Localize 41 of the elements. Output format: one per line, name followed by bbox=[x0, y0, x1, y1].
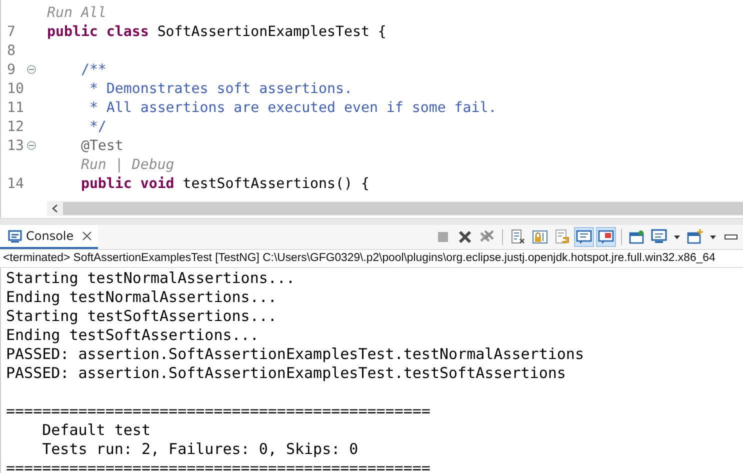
horizontal-scrollbar[interactable] bbox=[47, 201, 743, 216]
console-line: Tests run: 2, Failures: 0, Skips: 0 bbox=[42, 440, 358, 458]
close-icon[interactable] bbox=[82, 231, 92, 241]
line-number: 10 bbox=[6, 80, 24, 96]
console-tab[interactable]: Console bbox=[0, 225, 98, 249]
code-editor[interactable] bbox=[0, 0, 743, 218]
console-line: PASSED: assertion.SoftAssertionExamplesTest.testNormalAssertions bbox=[6, 345, 584, 363]
console-line: PASSED: assertion.SoftAssertionExamplesTest.testSoftAssertions bbox=[6, 364, 566, 382]
code-text: testSoftAssertions() { bbox=[182, 176, 370, 192]
code-mining-hint[interactable]: Run | Debug bbox=[80, 156, 174, 172]
code-text: SoftAssertionExamplesTest { bbox=[157, 24, 386, 40]
separator-line: =============================================== bbox=[6, 459, 430, 473]
error-message-icon[interactable] bbox=[596, 227, 616, 247]
line-number: 12 bbox=[6, 118, 24, 134]
console-line: Starting testSoftAssertions... bbox=[6, 307, 277, 325]
code-mining-hint[interactable]: Run All bbox=[47, 4, 106, 20]
line-number: 13 bbox=[6, 138, 24, 154]
tab-label: Console bbox=[26, 229, 74, 243]
console-line: Ending testSoftAssertions... bbox=[6, 326, 259, 344]
keyword-text: public void bbox=[80, 176, 176, 192]
line-number: 7 bbox=[6, 24, 16, 40]
line-number: 11 bbox=[6, 100, 24, 116]
collapse-icon[interactable] bbox=[27, 141, 36, 150]
monitor-icon bbox=[8, 230, 22, 242]
comment-text: */ bbox=[89, 118, 106, 134]
console-line: Default test bbox=[42, 421, 150, 439]
collapse-icon[interactable] bbox=[27, 65, 36, 74]
scroll-left-icon[interactable] bbox=[52, 204, 58, 213]
separator-line: =============================================== bbox=[6, 402, 430, 420]
keyword-text: public class bbox=[47, 24, 150, 40]
console-header: <terminated> SoftAssertionExamplesTest [TestNG] C:\Users\GFG0329\.p2\pool\plugins\org.eclipse.justj.openjdk.hotspot.jre.full.win32.x86_64 bbox=[0, 249, 743, 268]
console-line: Starting testNormalAssertions... bbox=[6, 269, 295, 287]
line-number: 9 bbox=[6, 62, 16, 78]
console-line: Ending testNormalAssertions... bbox=[6, 288, 277, 306]
line-number: 14 bbox=[6, 176, 24, 192]
message-icon[interactable] bbox=[574, 227, 594, 247]
comment-text: * All assertions are executed even if some fail. bbox=[89, 100, 497, 116]
comment-text: * Demonstrates soft assertions. bbox=[89, 80, 352, 96]
line-number: 8 bbox=[6, 42, 16, 58]
comment-text: /** bbox=[80, 62, 106, 78]
annotation-text: @Test bbox=[80, 138, 124, 154]
